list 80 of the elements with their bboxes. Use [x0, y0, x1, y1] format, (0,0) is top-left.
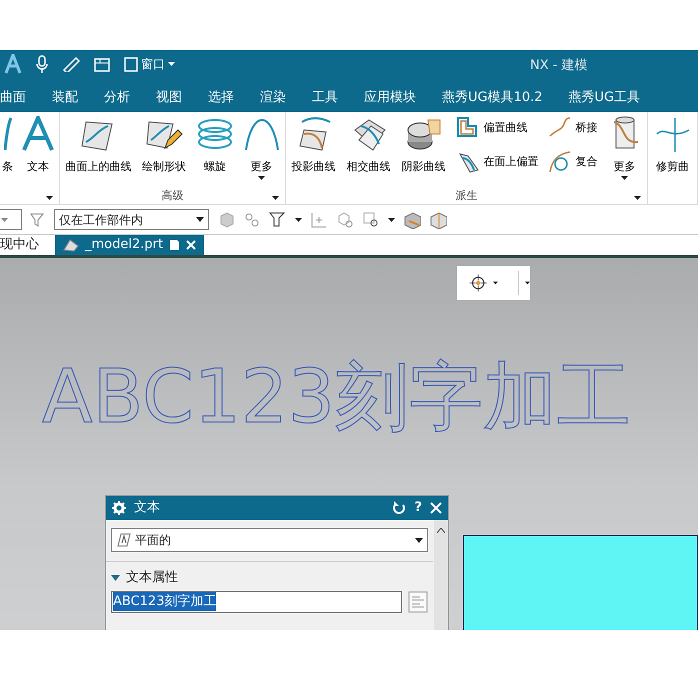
ribbon-button[interactable]: 螺旋: [192, 116, 237, 176]
ribbon-button[interactable]: 阴影曲线: [398, 116, 450, 176]
spline-icon: [4, 116, 12, 152]
ribbon-button[interactable]: 文本: [17, 116, 59, 176]
settings-icon[interactable]: [112, 501, 126, 515]
text-a-icon[interactable]: [4, 54, 22, 74]
caret-icon: [196, 217, 204, 222]
helix-icon: [196, 116, 233, 152]
ribbon-button[interactable]: 投影曲线: [288, 116, 340, 176]
section-header[interactable]: 文本属性: [111, 568, 428, 588]
type-dropdown[interactable]: 平面的: [111, 528, 428, 552]
text-a-icon: [21, 116, 55, 152]
microphone-icon[interactable]: [36, 55, 48, 73]
part-icon: [63, 238, 79, 252]
square-point-icon[interactable]: [362, 210, 380, 228]
more-button[interactable]: 更多: [604, 116, 646, 186]
parameter-list-icon[interactable]: [408, 590, 428, 612]
caret-icon[interactable]: [634, 196, 641, 200]
model-outline-text: ABC123刻字加工: [42, 354, 632, 440]
ribbon-button[interactable]: 桥接: [548, 116, 598, 140]
caret-icon[interactable]: [46, 196, 53, 200]
ribbon-button[interactable]: 偏置曲线: [456, 116, 538, 140]
caret-icon[interactable]: [295, 218, 302, 222]
scroll-up-icon[interactable]: [437, 528, 445, 533]
caret-icon[interactable]: [272, 196, 279, 200]
ribbon-button[interactable]: 复合: [548, 150, 598, 174]
reset-icon[interactable]: [392, 501, 406, 515]
menu-item[interactable]: 曲面: [0, 88, 39, 108]
caret-icon: [1, 218, 8, 222]
scope-filter-dropdown[interactable]: 仅在工作部件内: [54, 209, 209, 230]
planar-text-icon: [116, 532, 132, 548]
ribbon-button[interactable]: 条: [0, 116, 17, 176]
filter-icon[interactable]: [30, 212, 46, 228]
filter-list-icon[interactable]: [269, 210, 287, 228]
menu-item[interactable]: 视图: [143, 88, 195, 108]
ribbon-button[interactable]: 曲面上的曲线: [61, 116, 136, 176]
caret-icon[interactable]: [493, 281, 498, 285]
window-menu[interactable]: 窗口: [141, 55, 165, 73]
menu-item[interactable]: 燕秀UG模具10.2: [429, 88, 556, 108]
ribbon-button[interactable]: 相交曲线: [342, 116, 394, 176]
ribbon-button[interactable]: 绘制形状: [138, 116, 190, 176]
document-tab[interactable]: 现中心: [0, 235, 47, 255]
text-input-field[interactable]: ABC123刻字加工: [111, 590, 402, 612]
group-label: 高级: [162, 189, 184, 202]
menu-item[interactable]: 装配: [39, 88, 91, 108]
menu-item[interactable]: 应用模块: [351, 88, 429, 108]
caret-icon[interactable]: [168, 62, 175, 66]
caret-icon[interactable]: [388, 218, 395, 222]
window-icon[interactable]: [124, 56, 138, 72]
help-button[interactable]: ?: [414, 498, 422, 518]
offset-curve-icon: [456, 116, 480, 140]
menu-item[interactable]: 工具: [299, 88, 351, 108]
more-button[interactable]: 更多: [240, 116, 284, 186]
dropdown[interactable]: [0, 209, 22, 230]
pen-icon[interactable]: [62, 56, 80, 72]
point-icon[interactable]: [310, 210, 328, 228]
caret-icon[interactable]: [525, 281, 530, 285]
window-layout-icon[interactable]: [94, 56, 110, 72]
menu-item[interactable]: 选择: [195, 88, 247, 108]
caret-icon: [415, 538, 423, 542]
shaded-cube-icon[interactable]: [403, 210, 421, 228]
composite-curve-icon: [548, 150, 572, 174]
dialog-title: 文本: [134, 499, 161, 518]
ribbon-button[interactable]: 修剪曲: [650, 116, 694, 176]
window-title: NX - 建模: [530, 57, 588, 75]
document-tab[interactable]: _model2.prt: [55, 235, 204, 255]
wireframe-cube-icon[interactable]: [429, 210, 447, 228]
menu-item[interactable]: 渲染: [247, 88, 299, 108]
close-icon[interactable]: [430, 502, 442, 514]
caret-icon[interactable]: [258, 176, 266, 180]
arc-curve-icon: [244, 116, 280, 152]
trim-curve-icon: [654, 116, 690, 152]
caret-icon[interactable]: [621, 176, 628, 180]
cube-point-icon[interactable]: [336, 210, 354, 228]
close-icon[interactable]: [186, 240, 196, 250]
menu-item[interactable]: 分析: [91, 88, 143, 108]
ribbon-button[interactable]: 在面上偏置: [456, 150, 538, 174]
menu-item[interactable]: 燕秀UG工具: [556, 88, 654, 108]
scrollbar[interactable]: [434, 520, 448, 630]
group-label: 派生: [456, 189, 478, 202]
